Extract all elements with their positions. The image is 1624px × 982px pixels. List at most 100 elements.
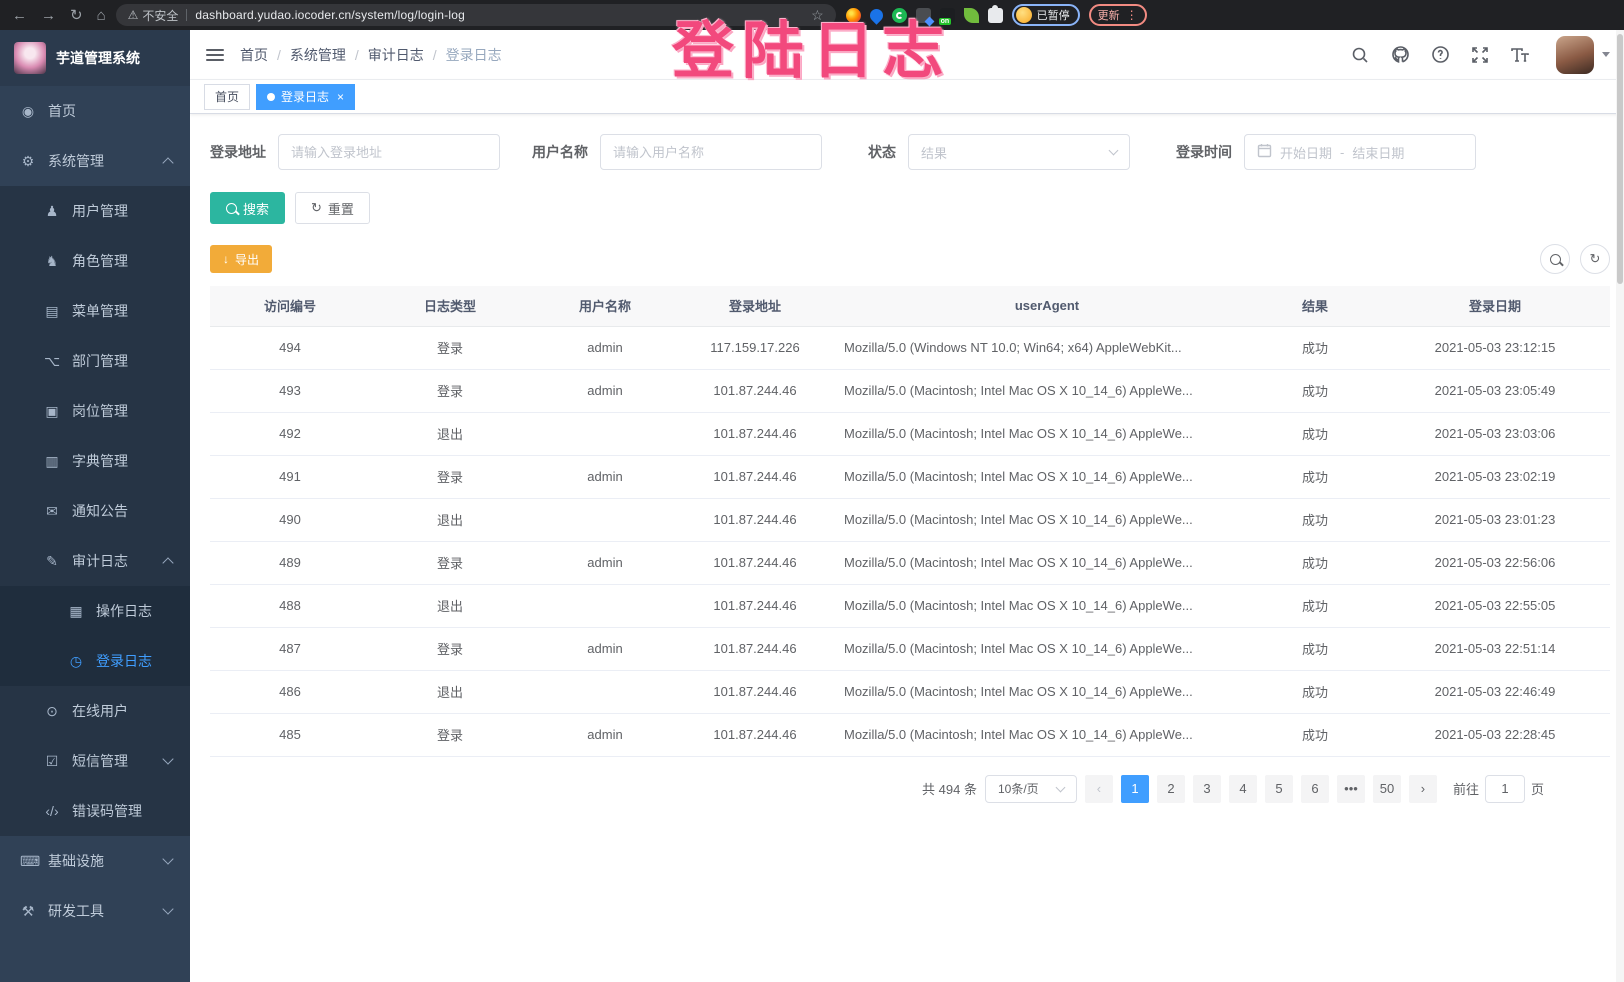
drop-extension-icon[interactable]: [867, 6, 885, 24]
table-cell: 485: [210, 713, 370, 756]
username-input[interactable]: [613, 145, 809, 160]
date-range-picker[interactable]: 开始日期 - 结束日期: [1244, 134, 1476, 170]
login-address-input-wrap: [278, 134, 500, 170]
reload-icon[interactable]: ↻: [70, 6, 83, 24]
sidebar-item-label: 在线用户: [72, 701, 128, 721]
leaf-extension-icon[interactable]: [964, 8, 979, 23]
table-cell: Mozilla/5.0 (Macintosh; Intel Mac OS X 1…: [830, 541, 1250, 584]
breadcrumb-item[interactable]: 首页: [240, 45, 268, 65]
breadcrumb-item[interactable]: 审计日志: [368, 45, 424, 65]
sidebar-item-短信管理[interactable]: ☑短信管理: [0, 736, 190, 786]
grid-extension-icon[interactable]: [916, 8, 931, 23]
app-frame: 芋道管理系统 ◉首页⚙系统管理♟用户管理♞角色管理▤菜单管理⌥部门管理▣岗位管理…: [0, 30, 1624, 982]
table-cell: 退出: [370, 412, 530, 455]
browser-menu-icon[interactable]: ⋮: [1126, 8, 1138, 22]
sidebar-item-字典管理[interactable]: ▥字典管理: [0, 436, 190, 486]
user-avatar-menu[interactable]: [1556, 36, 1610, 74]
toggle-search-button[interactable]: [1540, 244, 1570, 274]
help-icon[interactable]: [1430, 45, 1450, 65]
table-cell: 登录: [370, 713, 530, 756]
font-size-icon[interactable]: [1510, 45, 1530, 65]
table-header: 访问编号日志类型用户名称登录地址userAgent结果登录日期: [210, 286, 1610, 326]
login-log-icon: ◷: [68, 653, 84, 670]
sidebar-item-操作日志[interactable]: ▦操作日志: [0, 586, 190, 636]
page-button-4[interactable]: 4: [1229, 775, 1257, 803]
search-icon[interactable]: [1350, 45, 1370, 65]
goto-page-input[interactable]: [1492, 781, 1518, 796]
scrollbar-thumb[interactable]: [1617, 34, 1623, 284]
sidebar-item-在线用户[interactable]: ⊙在线用户: [0, 686, 190, 736]
not-secure-warning[interactable]: ⚠ 不安全: [128, 7, 179, 24]
table-cell: 101.87.244.46: [680, 455, 830, 498]
table-cell: Mozilla/5.0 (Macintosh; Intel Mac OS X 1…: [830, 584, 1250, 627]
sidebar-item-研发工具[interactable]: ⚒研发工具: [0, 886, 190, 936]
close-icon[interactable]: ×: [337, 90, 344, 104]
audit-log-icon: ✎: [44, 553, 60, 570]
tag-label: 首页: [215, 88, 239, 105]
sidebar-item-部门管理[interactable]: ⌥部门管理: [0, 336, 190, 386]
search-button[interactable]: 搜索: [210, 192, 285, 224]
breadcrumb-item[interactable]: 系统管理: [290, 45, 346, 65]
sidebar-item-通知公告[interactable]: ✉通知公告: [0, 486, 190, 536]
page-button-3[interactable]: 3: [1193, 775, 1221, 803]
status-select[interactable]: 结果: [908, 134, 1130, 170]
table-cell: 488: [210, 584, 370, 627]
refresh-table-button[interactable]: ↻: [1580, 244, 1610, 274]
prev-page-button[interactable]: ‹: [1085, 775, 1113, 803]
login-address-input[interactable]: [291, 145, 487, 160]
table-cell: admin: [530, 713, 680, 756]
sidebar-item-基础设施[interactable]: ⌨基础设施: [0, 836, 190, 886]
sidebar-item-登录日志[interactable]: ◷ 登录日志: [0, 636, 190, 686]
page-size-select[interactable]: 10条/页: [985, 775, 1077, 803]
home-icon[interactable]: ⌂: [97, 7, 106, 24]
page-button-2[interactable]: 2: [1157, 775, 1185, 803]
infrastructure-icon: ⌨: [20, 853, 36, 870]
browser-profile-pill[interactable]: 已暂停: [1012, 4, 1080, 26]
address-bar[interactable]: ⚠ 不安全 dashboard.yudao.iocoder.cn/system/…: [116, 4, 836, 26]
sidebar-item-角色管理[interactable]: ♞角色管理: [0, 236, 190, 286]
table-tools: ↻: [1540, 244, 1610, 274]
pagination: 共 494 条 10条/页 ‹ 123456•••50 › 前往 页: [210, 775, 1610, 803]
reset-button[interactable]: ↻ 重置: [295, 192, 370, 224]
hamburger-icon[interactable]: [206, 46, 224, 64]
sidebar-item-label: 登录日志: [96, 651, 152, 671]
table-cell: 493: [210, 369, 370, 412]
firefox-extension-icon[interactable]: [846, 8, 861, 23]
table-cell: 登录: [370, 369, 530, 412]
bookmark-star-icon[interactable]: ☆: [811, 7, 824, 24]
app-logo: [14, 42, 46, 74]
tag-首页[interactable]: 首页: [204, 84, 250, 110]
sidebar-item-岗位管理[interactable]: ▣岗位管理: [0, 386, 190, 436]
more-pages-button[interactable]: •••: [1337, 775, 1365, 803]
page-button-50[interactable]: 50: [1373, 775, 1401, 803]
table-body: 494登录admin117.159.17.226Mozilla/5.0 (Win…: [210, 326, 1610, 756]
sidebar-logo-row[interactable]: 芋道管理系统: [0, 30, 190, 86]
on-badge-extension-icon[interactable]: [940, 8, 955, 23]
sidebar-item-label: 通知公告: [72, 501, 128, 521]
sidebar-item-label: 部门管理: [72, 351, 128, 371]
export-button[interactable]: ↓ 导出: [210, 245, 272, 273]
puzzle-extensions-icon[interactable]: [988, 8, 1003, 23]
back-icon[interactable]: ←: [12, 7, 27, 24]
page-button-5[interactable]: 5: [1265, 775, 1293, 803]
fullscreen-icon[interactable]: [1470, 45, 1490, 65]
next-page-button[interactable]: ›: [1409, 775, 1437, 803]
page-button-1[interactable]: 1: [1121, 775, 1149, 803]
page-button-6[interactable]: 6: [1301, 775, 1329, 803]
forward-icon[interactable]: →: [41, 7, 56, 24]
browser-update-button[interactable]: 更新 ⋮: [1089, 4, 1147, 26]
tag-登录日志[interactable]: 登录日志×: [256, 84, 355, 110]
sidebar-item-菜单管理[interactable]: ▤菜单管理: [0, 286, 190, 336]
sidebar-item-用户管理[interactable]: ♟用户管理: [0, 186, 190, 236]
sidebar-item-系统管理[interactable]: ⚙系统管理: [0, 136, 190, 186]
column-header: 访问编号: [210, 286, 370, 326]
breadcrumb-separator: /: [433, 47, 437, 63]
username-input-wrap: [600, 134, 822, 170]
sidebar-item-错误码管理[interactable]: ‹/›错误码管理: [0, 786, 190, 836]
column-header: 登录日期: [1380, 286, 1610, 326]
github-icon[interactable]: [1390, 45, 1410, 65]
sidebar-item-审计日志[interactable]: ✎审计日志: [0, 536, 190, 586]
green-extension-icon[interactable]: [892, 8, 907, 23]
table-cell: Mozilla/5.0 (Windows NT 10.0; Win64; x64…: [830, 326, 1250, 369]
sidebar-item-首页[interactable]: ◉首页: [0, 86, 190, 136]
